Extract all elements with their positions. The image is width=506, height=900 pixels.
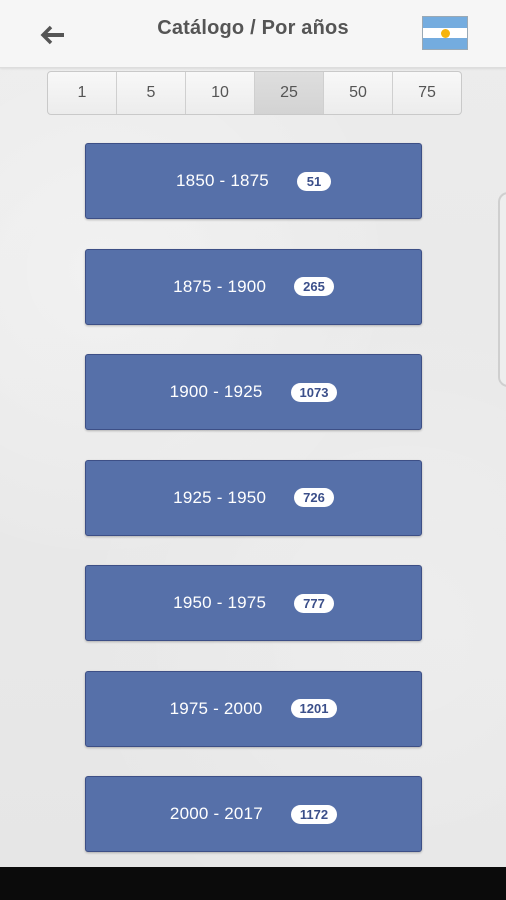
period-button[interactable]: 1850 - 1875 51 xyxy=(85,143,422,219)
period-list: 1850 - 1875 51 1875 - 1900 265 1900 - 19… xyxy=(85,143,422,882)
period-button[interactable]: 1925 - 1950 726 xyxy=(85,459,422,536)
period-range: 1975 - 2000 xyxy=(169,698,263,718)
side-drawer-handle[interactable] xyxy=(498,192,506,387)
period-range: 1850 - 1875 xyxy=(176,171,269,190)
period-count-badge: 1073 xyxy=(290,382,338,402)
interval-selector: 1 5 10 25 50 75 xyxy=(47,71,462,115)
system-nav-bar xyxy=(0,867,506,900)
interval-option-10[interactable]: 10 xyxy=(186,72,255,114)
period-button[interactable]: 1950 - 1975 777 xyxy=(85,565,422,641)
period-count-badge: 265 xyxy=(294,277,334,296)
period-count-badge: 1172 xyxy=(290,804,338,824)
period-range: 1875 - 1900 xyxy=(173,276,267,296)
interval-option-25[interactable]: 25 xyxy=(255,72,324,114)
period-range: 1925 - 1950 xyxy=(173,487,267,507)
interval-option-50[interactable]: 50 xyxy=(324,72,393,114)
period-button[interactable]: 1900 - 1925 1073 xyxy=(85,354,422,430)
interval-option-1[interactable]: 1 xyxy=(48,72,117,114)
period-count-badge: 726 xyxy=(294,488,334,507)
period-button[interactable]: 2000 - 2017 1172 xyxy=(85,776,422,852)
period-button[interactable]: 1975 - 2000 1201 xyxy=(85,670,422,747)
period-count-badge: 51 xyxy=(296,171,331,191)
period-range: 2000 - 2017 xyxy=(169,804,263,823)
app-header: Catálogo / Por años xyxy=(0,0,506,68)
period-count-badge: 1201 xyxy=(290,699,338,718)
period-count-badge: 777 xyxy=(294,593,334,613)
argentina-flag-icon[interactable] xyxy=(422,16,468,50)
period-range: 1900 - 1925 xyxy=(169,382,263,401)
interval-option-5[interactable]: 5 xyxy=(117,72,186,114)
period-range: 1950 - 1975 xyxy=(173,593,267,612)
period-button[interactable]: 1875 - 1900 265 xyxy=(85,248,422,325)
interval-option-75[interactable]: 75 xyxy=(393,72,461,114)
